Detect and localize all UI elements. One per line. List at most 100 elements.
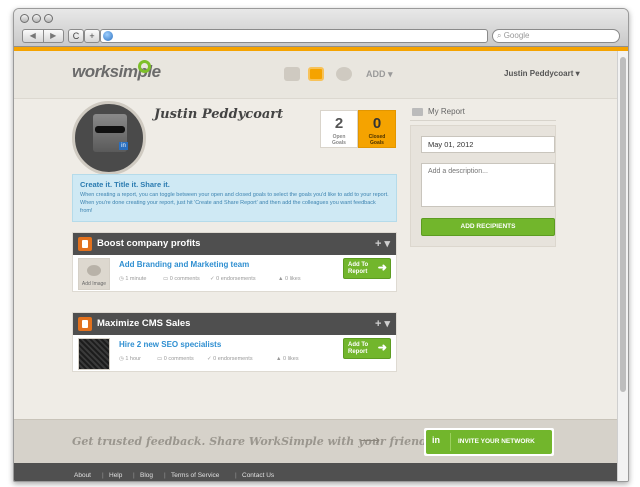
minimize-window-button[interactable] bbox=[32, 14, 41, 23]
home-icon[interactable] bbox=[284, 67, 300, 81]
time-label: 1 minute bbox=[125, 276, 147, 282]
vertical-scrollbar[interactable] bbox=[617, 51, 628, 481]
info-callout: Create it. Title it. Share it. When crea… bbox=[72, 174, 397, 222]
add-to-report-button[interactable]: Add To Report ➜ bbox=[343, 258, 391, 279]
goal-item-likes[interactable]: ▲ 0 likes bbox=[276, 356, 299, 362]
footer-link-terms[interactable]: Terms of Service bbox=[171, 472, 219, 479]
footer-separator: | bbox=[164, 472, 166, 479]
arrow-right-icon: ➜ bbox=[377, 342, 387, 354]
closed-goals-label-2: Goals bbox=[370, 140, 384, 146]
goal-title[interactable]: Boost company profits bbox=[97, 238, 200, 249]
footer-link-contact[interactable]: Contact Us bbox=[242, 472, 274, 479]
forward-button[interactable]: ▶ bbox=[42, 30, 64, 42]
browser-window: ◀ ▶ C + ⌕ Google worksimple ADD ▾ Justin… bbox=[13, 8, 629, 482]
goal-item-comments[interactable]: ▭ 0 comments bbox=[157, 356, 194, 362]
page-content: worksimple ADD ▾ Justin Peddycoart ▾ in … bbox=[14, 51, 617, 481]
report-date-input[interactable] bbox=[421, 136, 555, 153]
footer-link-help[interactable]: Help bbox=[109, 472, 122, 479]
endorsements-label: 0 endorsements bbox=[216, 276, 256, 282]
open-goals-label-2: Goals bbox=[332, 140, 346, 146]
report-form: ADD RECIPIENTS bbox=[410, 125, 556, 247]
reload-button[interactable]: C bbox=[68, 29, 84, 43]
goal-item-likes[interactable]: ▲ 0 likes bbox=[278, 276, 301, 282]
add-bookmark-button[interactable]: + bbox=[84, 29, 100, 43]
comments-label: 0 comments bbox=[163, 356, 194, 362]
goal-item-title[interactable]: Add Branding and Marketing team bbox=[119, 260, 249, 269]
logo-ring-icon bbox=[138, 60, 151, 73]
goal-card: Boost company profits + ▾ Add Image Add … bbox=[72, 232, 397, 292]
thumbs-up-icon: ▲ bbox=[278, 276, 285, 282]
comment-icon: ▭ bbox=[157, 356, 164, 362]
site-header: worksimple ADD ▾ Justin Peddycoart ▾ bbox=[14, 51, 617, 99]
open-goals-toggle[interactable]: 2 Open Goals bbox=[320, 110, 358, 148]
comments-label: 0 comments bbox=[169, 276, 200, 282]
goal-item: Hire 2 new SEO specialists ◷ 1 hour ▭ 0 … bbox=[73, 335, 396, 371]
add-image-label: Add Image bbox=[81, 281, 107, 287]
linkedin-badge-icon: in bbox=[119, 142, 128, 150]
goal-item: Add Image Add Branding and Marketing tea… bbox=[73, 255, 396, 291]
closed-goals-toggle[interactable]: 0 Closed Goals bbox=[358, 110, 396, 148]
promo-text: Get trusted feedback. Share WorkSimple w… bbox=[72, 435, 438, 448]
add-image-placeholder[interactable]: Add Image bbox=[78, 258, 110, 290]
time-label: 1 hour bbox=[125, 356, 141, 362]
globe-icon bbox=[103, 31, 113, 41]
goal-item-title[interactable]: Hire 2 new SEO specialists bbox=[119, 340, 221, 349]
likes-label: 0 likes bbox=[284, 276, 301, 282]
goal-card: Maximize CMS Sales + ▾ Hire 2 new SEO sp… bbox=[72, 312, 397, 372]
my-report-panel: My Report ADD RECIPIENTS bbox=[410, 107, 556, 247]
report-description-input[interactable] bbox=[421, 163, 555, 207]
add-recipients-button[interactable]: ADD RECIPIENTS bbox=[421, 218, 555, 236]
info-text: When creating a report, you can toggle b… bbox=[80, 192, 389, 214]
goal-add-menu[interactable]: + ▾ bbox=[375, 317, 390, 330]
avatar: in bbox=[72, 101, 146, 175]
goal-item-comments[interactable]: ▭ 0 comments bbox=[163, 276, 200, 282]
search-field[interactable]: ⌕ Google bbox=[492, 29, 620, 43]
invite-divider bbox=[450, 433, 451, 451]
footer-link-about[interactable]: About bbox=[74, 472, 91, 479]
arrow-right-icon: ➜ bbox=[377, 262, 387, 274]
goal-header: Maximize CMS Sales + ▾ bbox=[73, 313, 396, 335]
close-window-button[interactable] bbox=[20, 14, 29, 23]
profile-name: Justin Peddycoart bbox=[154, 107, 284, 122]
add-menu[interactable]: ADD ▾ bbox=[366, 69, 393, 80]
report-icon bbox=[412, 108, 423, 116]
goal-item-time: ◷ 1 hour bbox=[119, 356, 141, 362]
linkedin-icon: in bbox=[432, 435, 440, 445]
browser-toolbar: ◀ ▶ C + ⌕ Google bbox=[14, 9, 628, 47]
goal-item-thumbnail[interactable] bbox=[78, 338, 110, 370]
scrollbar-thumb[interactable] bbox=[620, 57, 626, 392]
endorsements-label: 0 endorsements bbox=[213, 356, 253, 362]
goal-add-menu[interactable]: + ▾ bbox=[375, 237, 390, 250]
likes-label: 0 likes bbox=[282, 356, 299, 362]
info-title: Create it. Title it. Share it. bbox=[80, 180, 170, 189]
invite-network-button[interactable]: in INVITE YOUR NETWORK bbox=[424, 428, 554, 456]
address-bar[interactable] bbox=[100, 29, 488, 43]
history-nav: ◀ ▶ bbox=[22, 29, 64, 43]
magnifier-icon: ⌕ bbox=[497, 31, 504, 40]
goal-item-time: ◷ 1 minute bbox=[119, 276, 146, 282]
goal-header: Boost company profits + ▾ bbox=[73, 233, 396, 255]
user-menu[interactable]: Justin Peddycoart ▾ bbox=[504, 69, 580, 78]
comment-icon: ▭ bbox=[163, 276, 170, 282]
invite-label: INVITE YOUR NETWORK bbox=[458, 438, 535, 445]
goal-item-endorsements[interactable]: ✓ 0 endorsements bbox=[210, 276, 256, 282]
footer-separator: | bbox=[102, 472, 104, 479]
report-title: My Report bbox=[428, 107, 465, 116]
thumbs-up-icon: ▲ bbox=[276, 356, 283, 362]
share-promo-bar: Get trusted feedback. Share WorkSimple w… bbox=[14, 419, 617, 463]
zoom-window-button[interactable] bbox=[44, 14, 53, 23]
messages-icon[interactable] bbox=[336, 67, 352, 81]
report-header: My Report bbox=[410, 107, 556, 121]
back-button[interactable]: ◀ bbox=[23, 30, 43, 42]
curved-arrow-icon: ⟶ bbox=[360, 432, 381, 448]
search-placeholder: Google bbox=[503, 31, 530, 40]
goal-title[interactable]: Maximize CMS Sales bbox=[97, 318, 190, 329]
goal-item-endorsements[interactable]: ✓ 0 endorsements bbox=[207, 356, 253, 362]
add-to-report-button[interactable]: Add To Report ➜ bbox=[343, 338, 391, 359]
site-footer: About | Help | Blog | Terms of Service |… bbox=[14, 463, 617, 481]
camera-icon bbox=[87, 265, 101, 276]
sunglasses-graphic bbox=[95, 126, 125, 133]
footer-link-blog[interactable]: Blog bbox=[140, 472, 153, 479]
reports-icon[interactable] bbox=[308, 67, 324, 81]
footer-separator: | bbox=[133, 472, 135, 479]
